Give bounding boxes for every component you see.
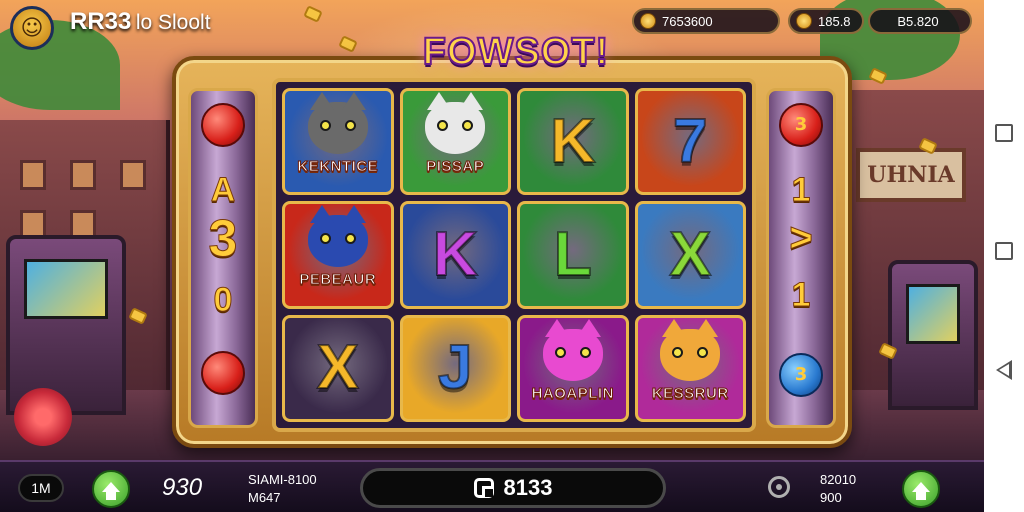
balance-value: 7653600 — [662, 13, 713, 29]
reel-symbol: J — [399, 314, 511, 422]
symbol-caption: KESSRUR — [651, 384, 729, 402]
info-line-1: SIAMI-8100 — [248, 472, 317, 487]
cat-face-icon — [307, 205, 368, 268]
info-line-2: M647 — [248, 490, 281, 505]
strawberry-icon — [201, 103, 245, 147]
reel-grid: KEKNTICE PISSAP K 7 PEBEAUR K L X X J HAOAPLIN KESS… — [272, 78, 756, 432]
recent-apps-icon[interactable] — [995, 124, 1013, 142]
coin-icon — [796, 13, 812, 29]
gem-orb-icon: 3 — [779, 353, 823, 397]
gems-stat: 185.8 — [788, 8, 864, 34]
spin-icon — [473, 478, 494, 498]
back-icon[interactable] — [996, 360, 1012, 380]
arcade-cabinet — [888, 260, 978, 410]
reel-symbol: HAOAPLIN — [517, 314, 629, 422]
slot-machine-frame: A 3 0 KEKNTICE PISSAP K 7 PEBEAUR K L X X J HAOAPL… — [172, 56, 852, 448]
brand-rest: lo Sloolt — [135, 11, 211, 34]
store-sign: UHNIA — [856, 148, 966, 202]
right-info-2: 900 — [820, 490, 842, 505]
right-info-1: 82010 — [820, 472, 857, 487]
building-window — [120, 160, 146, 190]
pillar-symbol: > — [789, 216, 813, 261]
home-icon — [912, 482, 930, 500]
symbol-caption: PISSAP — [426, 158, 485, 176]
reel-symbol: KEKNTICE — [282, 88, 394, 196]
balance-stat: 7653600 — [632, 8, 780, 34]
cat-face-icon — [660, 318, 721, 381]
reel-symbol: X — [634, 201, 746, 309]
symbol-caption: KEKNTICE — [297, 158, 379, 176]
symbol-caption: HAOAPLIN — [531, 384, 614, 402]
coin-icon — [640, 13, 656, 29]
pillar-symbol: 1 — [791, 171, 811, 210]
symbol-glyph: J — [437, 333, 474, 403]
player-avatar-icon: ☺ — [20, 15, 44, 41]
settings-icon[interactable] — [768, 476, 790, 498]
reel-symbol: 7 — [634, 88, 746, 196]
reel-symbol: K — [517, 88, 629, 196]
symbol-glyph: K — [549, 106, 596, 176]
reel-symbol: PISSAP — [399, 88, 511, 196]
game-title: FOWSOT! — [422, 30, 610, 74]
spin-button[interactable]: 8133 — [360, 468, 666, 508]
reel-symbol: KESSRUR — [634, 314, 746, 422]
symbol-glyph: 7 — [672, 106, 709, 176]
symbol-glyph: X — [316, 333, 359, 403]
right-pillar: 3 1 > 1 3 — [766, 88, 836, 428]
arcade-cabinet — [6, 235, 126, 415]
symbol-caption: PEBEAUR — [299, 271, 377, 289]
apple-icon: 3 — [779, 103, 823, 147]
home-icon — [102, 482, 120, 500]
reel-symbol: PEBEAUR — [282, 201, 394, 309]
symbol-glyph: X — [669, 219, 712, 289]
gems-value: 185.8 — [818, 13, 851, 29]
pillar-symbol: A — [210, 171, 236, 210]
apple-icon — [201, 351, 245, 395]
reel-symbol: X — [282, 314, 394, 422]
pillar-symbol: 3 — [208, 210, 238, 269]
symbol-glyph: K — [432, 219, 479, 289]
rose-decoration — [14, 388, 72, 446]
player-avatar[interactable]: ☺ — [10, 6, 54, 50]
win-stat: B5.820 — [868, 8, 972, 34]
cat-face-icon — [425, 92, 486, 155]
bet-value: 930 — [162, 474, 203, 501]
home-square-icon[interactable] — [995, 242, 1013, 260]
brand-bold: RR33 — [70, 8, 132, 35]
game-scene: UHNIA ☺ RR33 lo Sloolt 7653600 185.8 B5.… — [0, 0, 984, 512]
pillar-symbol: 1 — [791, 276, 811, 315]
building-window — [20, 160, 46, 190]
symbol-glyph: L — [553, 219, 593, 289]
system-nav-bar — [984, 0, 1024, 512]
home-button[interactable] — [902, 470, 940, 508]
up-arrow-button[interactable] — [92, 470, 130, 508]
cat-face-icon — [542, 318, 603, 381]
reel-symbol: L — [517, 201, 629, 309]
win-value: B5.820 — [897, 13, 939, 29]
building-window — [70, 160, 96, 190]
control-bar: 1M 930 SIAMI-8100 M647 8133 82010 900 — [0, 460, 984, 512]
reel-symbol: K — [399, 201, 511, 309]
spin-label: 8133 — [503, 475, 553, 500]
cat-face-icon — [307, 92, 368, 155]
menu-button[interactable]: 1M — [18, 474, 64, 502]
left-pillar: A 3 0 — [188, 88, 258, 428]
game-brand: RR33 lo Sloolt — [70, 8, 211, 36]
pillar-symbol: 0 — [213, 281, 233, 320]
